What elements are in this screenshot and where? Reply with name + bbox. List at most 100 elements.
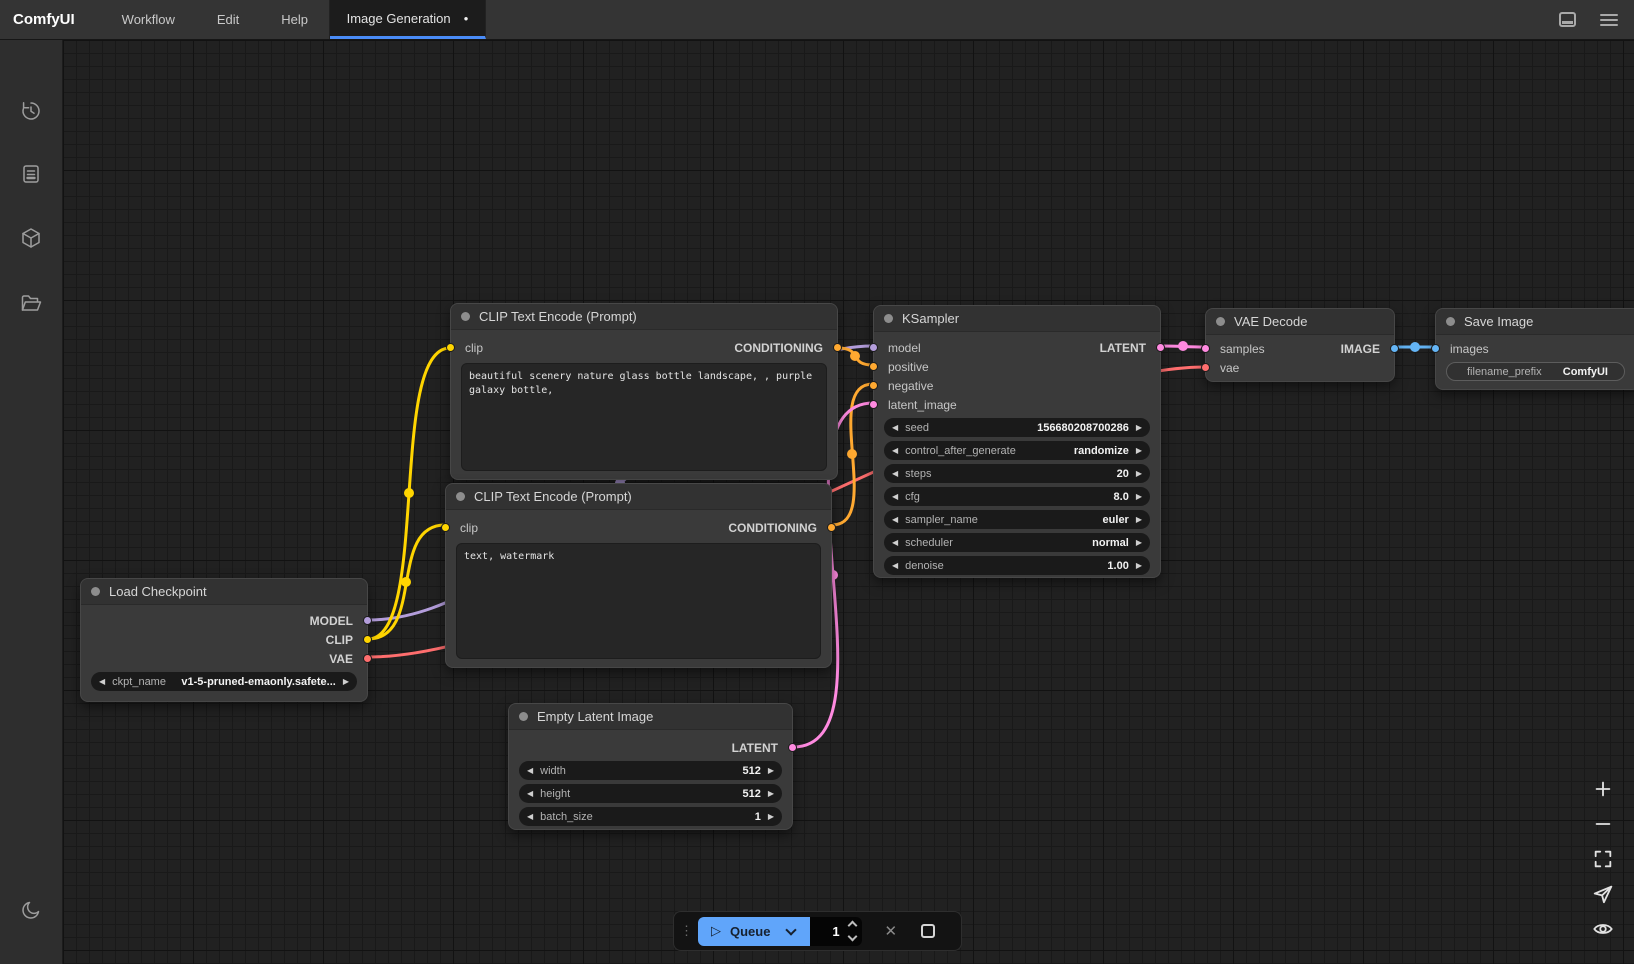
arrow-left-icon[interactable]: ◀	[527, 790, 533, 798]
output-slot-conditioning[interactable]	[827, 523, 836, 532]
collapse-dot-icon[interactable]	[884, 314, 893, 323]
node-header[interactable]: Empty Latent Image	[509, 704, 792, 730]
output-slot-latent[interactable]	[1156, 343, 1165, 352]
drag-handle[interactable]: ⋮	[680, 926, 690, 936]
arrow-right-icon[interactable]: ▶	[1136, 562, 1142, 570]
arrow-left-icon[interactable]: ◀	[99, 678, 105, 686]
widget-batch-size[interactable]: ◀ batch_size 1 ▶	[519, 807, 782, 826]
widget-denoise[interactable]: ◀ denoise 1.00 ▶	[884, 556, 1150, 575]
input-slot-latent-image[interactable]	[869, 400, 878, 409]
spinner-down-icon[interactable]	[848, 932, 858, 942]
collapse-dot-icon[interactable]	[91, 587, 100, 596]
input-slot-model[interactable]	[869, 343, 878, 352]
queue-button[interactable]: ▷ Queue	[698, 917, 810, 946]
arrow-right-icon[interactable]: ▶	[1136, 539, 1142, 547]
arrow-left-icon[interactable]: ◀	[527, 813, 533, 821]
batch-count-input[interactable]: 1	[810, 917, 862, 946]
prompt-textarea[interactable]: beautiful scenery nature glass bottle la…	[461, 363, 827, 471]
arrow-right-icon[interactable]: ▶	[768, 813, 774, 821]
input-slot-samples[interactable]	[1201, 344, 1210, 353]
input-slot-vae[interactable]	[1201, 363, 1210, 372]
node-save-image[interactable]: Save Image images filename_prefix ComfyU…	[1435, 308, 1634, 390]
zoom-out-icon[interactable]	[1592, 813, 1614, 835]
widget-seed[interactable]: ◀ seed 156680208700286 ▶	[884, 418, 1150, 437]
widget-width[interactable]: ◀ width 512 ▶	[519, 761, 782, 780]
collapse-dot-icon[interactable]	[519, 712, 528, 721]
arrow-left-icon[interactable]: ◀	[892, 562, 898, 570]
input-slot-negative[interactable]	[869, 381, 878, 390]
arrow-left-icon[interactable]: ◀	[892, 516, 898, 524]
spinner-up-icon[interactable]	[848, 921, 858, 931]
history-icon[interactable]	[19, 99, 43, 123]
output-slot-conditioning[interactable]	[833, 343, 842, 352]
menu-help[interactable]: Help	[260, 12, 329, 27]
node-header[interactable]: Load Checkpoint	[81, 579, 367, 605]
widget-steps[interactable]: ◀ steps 20 ▶	[884, 464, 1150, 483]
node-load-checkpoint[interactable]: Load Checkpoint MODEL CLIP VAE ◀ ckpt_na…	[80, 578, 368, 702]
arrow-left-icon[interactable]: ◀	[892, 539, 898, 547]
arrow-right-icon[interactable]: ▶	[1136, 470, 1142, 478]
collapse-dot-icon[interactable]	[456, 492, 465, 501]
hamburger-menu-icon[interactable]	[1600, 14, 1618, 26]
collapse-dot-icon[interactable]	[1446, 317, 1455, 326]
widget-height[interactable]: ◀ height 512 ▶	[519, 784, 782, 803]
clear-queue-icon[interactable]: ✕	[884, 922, 897, 940]
collapse-dot-icon[interactable]	[461, 312, 470, 321]
widget-ckpt-name[interactable]: ◀ ckpt_name v1-5-pruned-emaonly.safete..…	[91, 672, 357, 691]
arrow-left-icon[interactable]: ◀	[892, 493, 898, 501]
node-library-icon[interactable]	[19, 226, 43, 250]
widget-sampler-name[interactable]: ◀ sampler_name euler ▶	[884, 510, 1150, 529]
prompt-textarea[interactable]: text, watermark	[456, 543, 821, 659]
chevron-down-icon[interactable]	[786, 924, 797, 935]
arrow-right-icon[interactable]: ▶	[1136, 516, 1142, 524]
menu-workflow[interactable]: Workflow	[101, 12, 196, 27]
zoom-in-icon[interactable]	[1592, 778, 1614, 800]
collapse-dot-icon[interactable]	[1216, 317, 1225, 326]
node-empty-latent-image[interactable]: Empty Latent Image LATENT ◀ width 512 ▶ …	[508, 703, 793, 830]
widget-control-after-generate[interactable]: ◀ control_after_generate randomize ▶	[884, 441, 1150, 460]
fit-view-icon[interactable]	[1592, 848, 1614, 870]
node-header[interactable]: CLIP Text Encode (Prompt)	[446, 484, 831, 510]
arrow-right-icon[interactable]: ▶	[1136, 493, 1142, 501]
node-clip-text-encode-positive[interactable]: CLIP Text Encode (Prompt) clip CONDITION…	[450, 303, 838, 480]
arrow-left-icon[interactable]: ◀	[892, 447, 898, 455]
node-header[interactable]: KSampler	[874, 306, 1160, 332]
theme-moon-icon[interactable]	[19, 898, 43, 922]
batch-count-value[interactable]: 1	[822, 924, 849, 939]
input-slot-clip[interactable]	[441, 523, 450, 532]
widget-filename-prefix[interactable]: filename_prefix ComfyUI	[1446, 362, 1625, 381]
node-header[interactable]: Save Image	[1436, 309, 1634, 335]
output-slot-clip[interactable]	[363, 635, 372, 644]
comfyui-logo[interactable]: ComfyUI	[0, 11, 101, 28]
menu-edit[interactable]: Edit	[196, 12, 260, 27]
arrow-right-icon[interactable]: ▶	[1136, 424, 1142, 432]
output-slot-model[interactable]	[363, 616, 372, 625]
output-slot-image[interactable]	[1390, 344, 1399, 353]
input-slot-images[interactable]	[1431, 344, 1440, 353]
input-slot-clip[interactable]	[446, 343, 455, 352]
node-graph-canvas[interactable]	[63, 40, 1634, 964]
tab-image-generation[interactable]: Image Generation ●	[330, 0, 486, 39]
toggle-link-visibility-icon[interactable]	[1592, 918, 1614, 940]
workflows-folder-icon[interactable]	[19, 291, 43, 315]
queue-list-icon[interactable]	[19, 162, 43, 186]
select-mode-icon[interactable]	[1592, 883, 1614, 905]
node-header[interactable]: VAE Decode	[1206, 309, 1394, 335]
stop-icon[interactable]	[921, 924, 935, 938]
arrow-right-icon[interactable]: ▶	[768, 790, 774, 798]
node-ksampler[interactable]: KSampler model LATENT positive negative …	[873, 305, 1161, 578]
input-slot-positive[interactable]	[869, 362, 878, 371]
output-slot-vae[interactable]	[363, 654, 372, 663]
bottom-panel-icon[interactable]	[1559, 12, 1576, 27]
arrow-left-icon[interactable]: ◀	[892, 470, 898, 478]
arrow-right-icon[interactable]: ▶	[1136, 447, 1142, 455]
arrow-left-icon[interactable]: ◀	[892, 424, 898, 432]
output-slot-latent[interactable]	[788, 743, 797, 752]
widget-scheduler[interactable]: ◀ scheduler normal ▶	[884, 533, 1150, 552]
arrow-right-icon[interactable]: ▶	[343, 678, 349, 686]
node-header[interactable]: CLIP Text Encode (Prompt)	[451, 304, 837, 330]
node-clip-text-encode-negative[interactable]: CLIP Text Encode (Prompt) clip CONDITION…	[445, 483, 832, 668]
node-vae-decode[interactable]: VAE Decode samples IMAGE vae	[1205, 308, 1395, 382]
arrow-left-icon[interactable]: ◀	[527, 767, 533, 775]
arrow-right-icon[interactable]: ▶	[768, 767, 774, 775]
